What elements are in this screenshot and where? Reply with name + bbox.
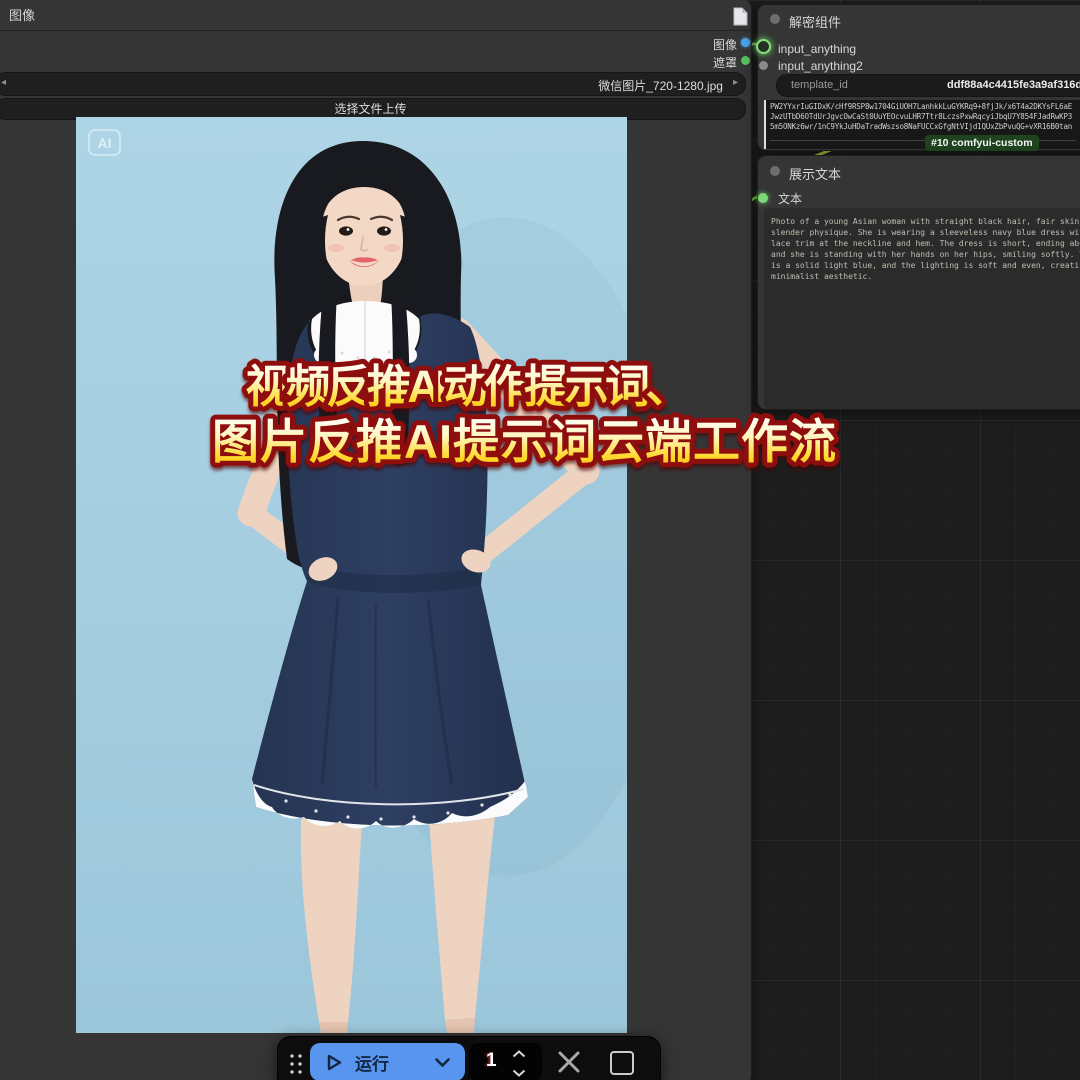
image-output-dot[interactable] [741, 38, 750, 47]
template-id-field[interactable]: template_id ddf88a4c4415fe3a9af316d201e6… [776, 74, 1080, 97]
node-id-badge: #10 comfyui-custom [925, 135, 1039, 151]
stop-button[interactable] [610, 1051, 634, 1075]
collapse-dot[interactable] [770, 14, 780, 24]
stepper-down-icon[interactable] [512, 1069, 526, 1077]
input-anything-label: input_anything [778, 42, 856, 56]
output-image-label: 图像 [713, 36, 737, 53]
text-line: is a solid light blue, and the lighting … [771, 260, 1080, 271]
load-image-node[interactable]: 图像 图像 遮罩 ◂ 微信图片_720-1280.jpg ▸ 选择文件上传 [0, 0, 752, 1080]
encrypted-line: 5m5ONKz6wr/1nC9YkJuHDaTradWszso8NaFUCCxG… [770, 122, 1080, 132]
display-text-node[interactable]: 展示文本 文本 Photo of a young Asian woman wit… [757, 155, 1080, 410]
output-mask-label: 遮罩 [713, 54, 737, 71]
chevron-down-icon[interactable] [435, 1058, 450, 1067]
text-input-label: 文本 [778, 190, 802, 207]
text-line: and she is standing with her hands on he… [771, 249, 1080, 260]
upload-button-label: 选择文件上传 [334, 102, 406, 116]
input-anything2-label: input_anything2 [778, 59, 863, 73]
text-line: slender physique. She is wearing a sleev… [771, 227, 1080, 238]
text-line: lace trim at the neckline and hem. The d… [771, 238, 1080, 249]
batch-count-value: 1 [486, 1050, 497, 1072]
text-line: Photo of a young Asian woman with straig… [771, 216, 1080, 227]
node-title: 图像 [9, 5, 35, 24]
decrypt-node[interactable]: 解密组件 input_anything input_anything2 temp… [757, 4, 1080, 151]
stepper-up-icon[interactable] [512, 1050, 526, 1058]
input-anything-dot[interactable] [756, 39, 771, 54]
mask-output-dot[interactable] [741, 56, 750, 65]
svg-text:AI: AI [98, 135, 112, 151]
template-id-value: ddf88a4c4415fe3a9af316d201e66b [947, 79, 1080, 91]
node-title: 展示文本 [789, 164, 841, 183]
text-line: minimalist aesthetic. [771, 271, 1080, 282]
node-title: 解密组件 [789, 12, 841, 31]
display-textarea[interactable]: Photo of a young Asian woman with straig… [764, 208, 1080, 409]
run-button[interactable]: 运行 [310, 1043, 465, 1080]
title-divider [0, 30, 751, 31]
image-preview[interactable]: AI [76, 117, 627, 1033]
encrypted-line: PW2YYxrIuGIDxK/cHf9RSP8w1704GiUOH7Lanhkk… [770, 102, 1080, 112]
batch-count-box[interactable]: 1 [469, 1043, 542, 1080]
filename-value: 微信图片_720-1280.jpg [598, 77, 723, 94]
filename-combo[interactable]: ◂ 微信图片_720-1280.jpg ▸ [0, 72, 746, 96]
combo-left-arrow-icon[interactable]: ◂ [1, 77, 6, 88]
run-button-label: 运行 [355, 1050, 389, 1075]
document-icon[interactable] [733, 7, 748, 26]
text-input-dot[interactable] [758, 193, 768, 203]
template-id-label: template_id [791, 79, 848, 91]
cancel-icon[interactable] [556, 1049, 582, 1075]
photo-woman-navy-dress: AI [76, 117, 627, 1033]
encrypted-line: JwzUTbD6OTdUrJgvcOwCaSt0UuYEOcvuLHR7Ttr8… [770, 112, 1080, 122]
drag-handle-icon[interactable] [288, 1052, 303, 1074]
combo-right-arrow-icon[interactable]: ▸ [733, 77, 738, 88]
input-anything2-dot[interactable] [759, 61, 768, 70]
comfyui-canvas[interactable]: 图像 图像 遮罩 ◂ 微信图片_720-1280.jpg ▸ 选择文件上传 [0, 0, 1080, 1080]
play-icon [327, 1054, 342, 1071]
run-toolbar[interactable]: 运行 1 [277, 1036, 661, 1080]
collapse-dot[interactable] [770, 166, 780, 176]
